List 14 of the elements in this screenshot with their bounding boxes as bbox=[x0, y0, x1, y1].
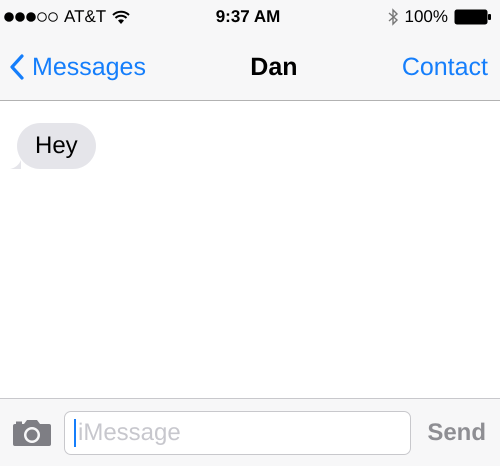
battery-percent: 100% bbox=[404, 7, 448, 27]
bubble-tail bbox=[10, 160, 21, 169]
carrier-name: AT&T bbox=[64, 7, 106, 27]
camera-icon[interactable] bbox=[12, 418, 52, 446]
back-chevron-icon bbox=[10, 54, 24, 80]
contact-link[interactable]: Contact bbox=[402, 52, 488, 82]
battery-icon bbox=[454, 9, 492, 25]
bluetooth-icon bbox=[386, 8, 399, 26]
signal-icon bbox=[4, 12, 58, 22]
back-link[interactable]: Messages bbox=[10, 52, 146, 82]
clock-time: 9:37 AM bbox=[216, 7, 280, 27]
conversation-title: Dan bbox=[250, 52, 298, 82]
message-field[interactable]: iMessage bbox=[64, 410, 412, 454]
wifi-icon bbox=[112, 10, 130, 24]
